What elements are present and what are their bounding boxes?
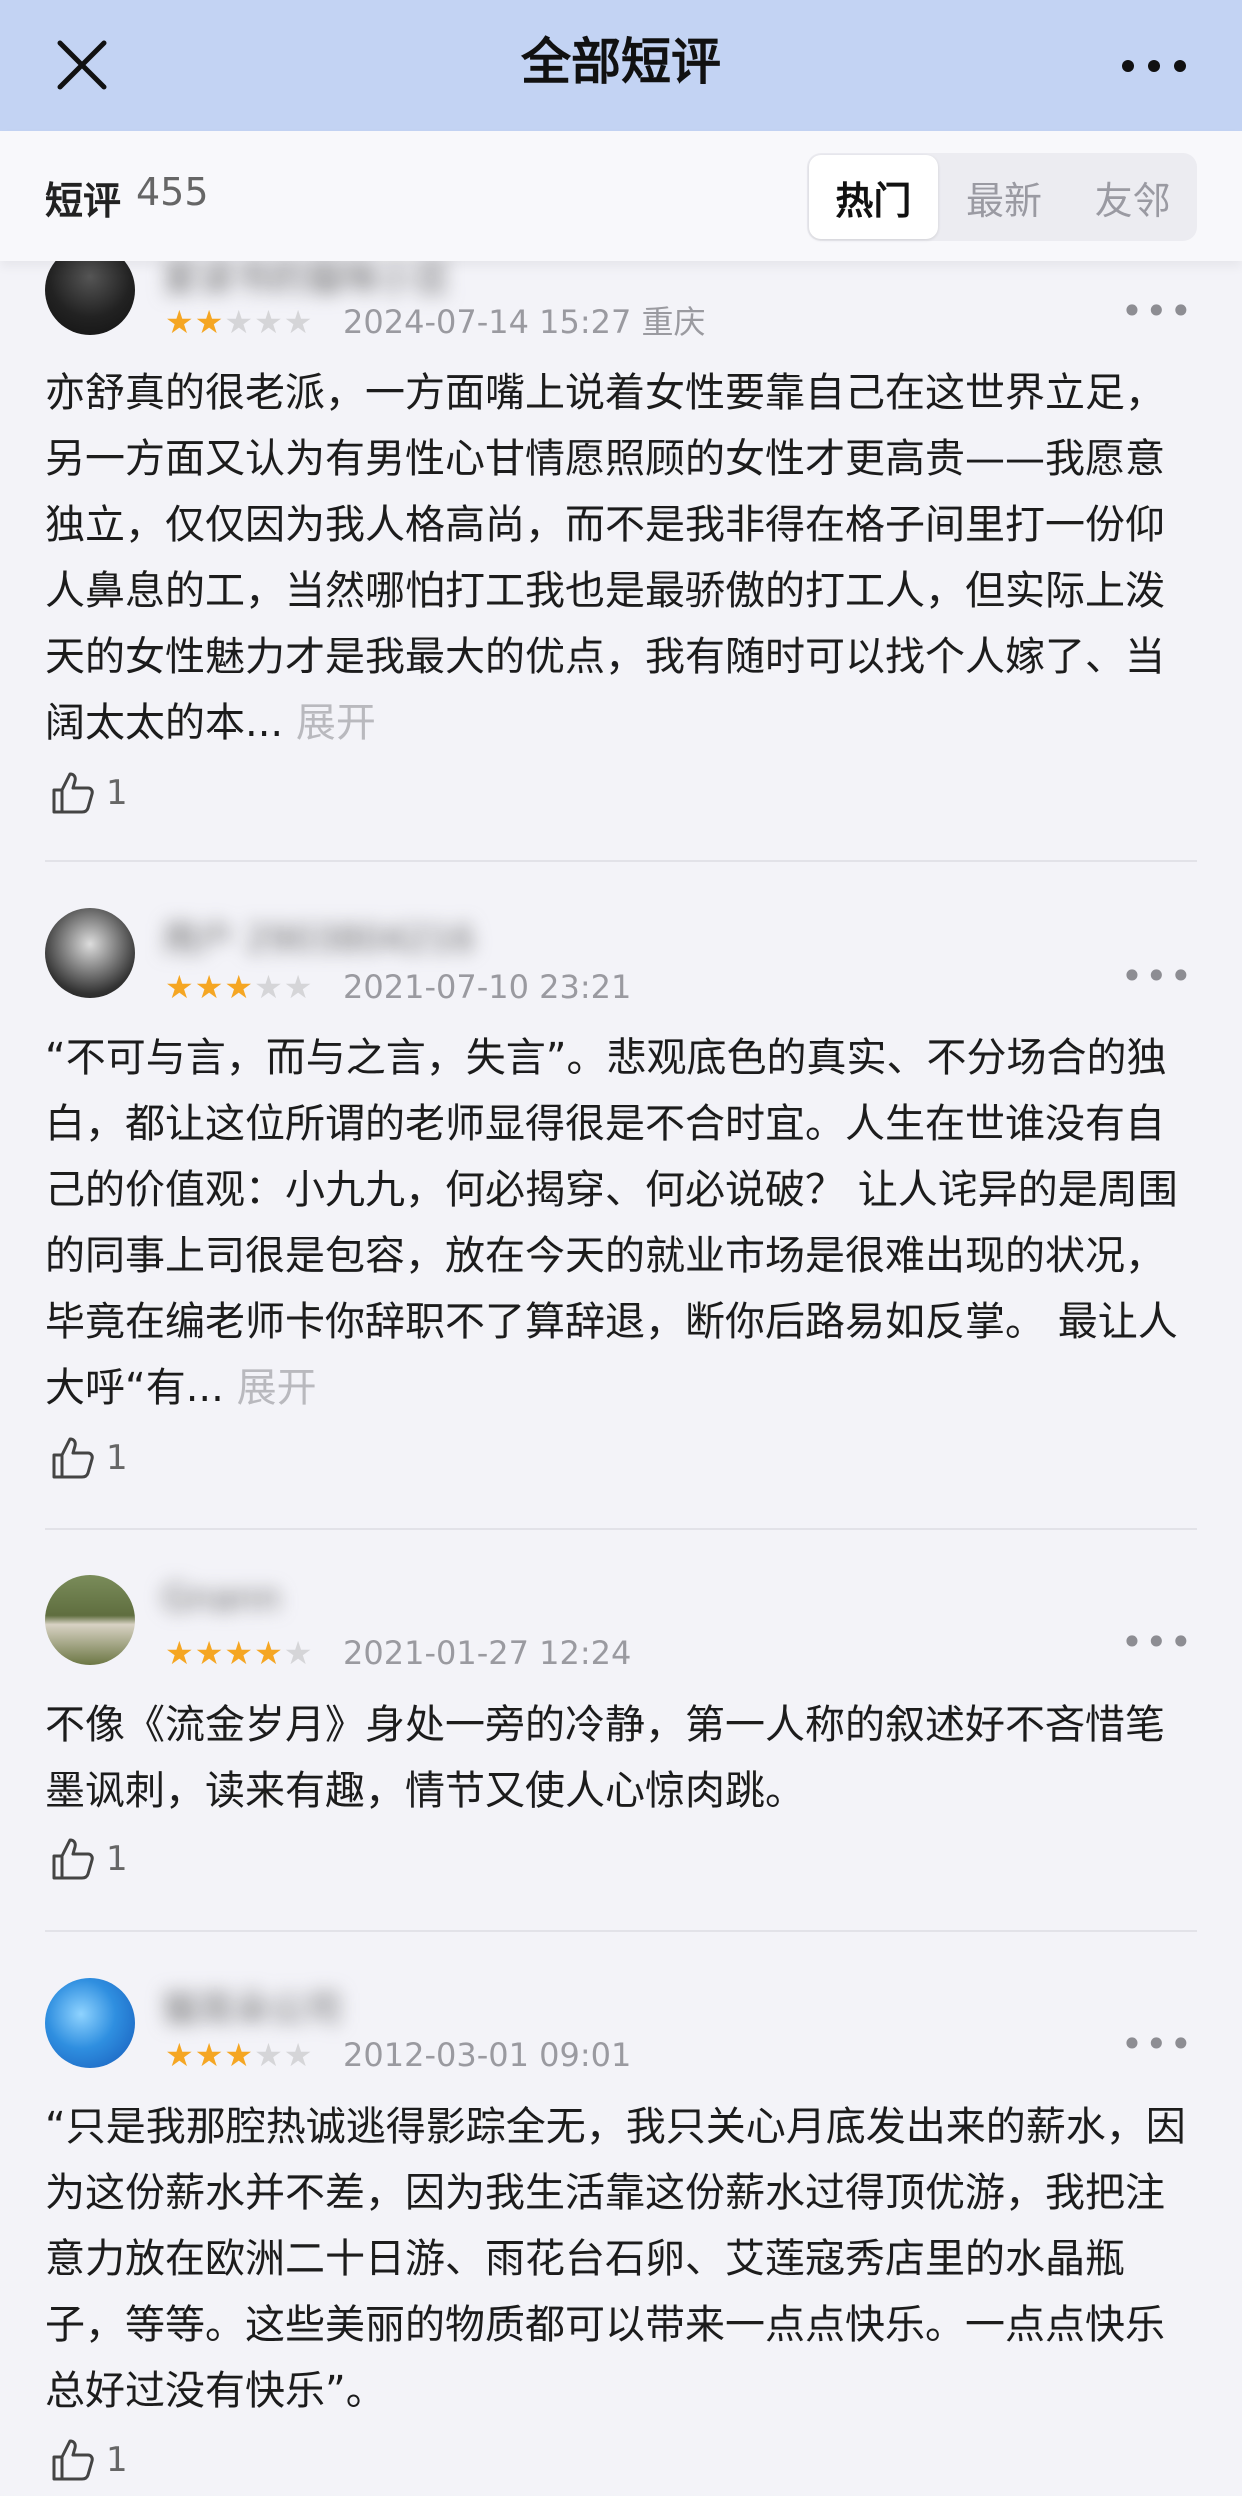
review-menu-icon[interactable]: ••• [1121, 289, 1194, 333]
like-count: 1 [106, 2440, 128, 2480]
star-icon: ★ [224, 968, 254, 1006]
review-menu-icon[interactable]: ••• [1121, 954, 1194, 998]
expand-link[interactable]: 展开 [237, 1365, 317, 1411]
review-body: 亦舒真的很老派，一方面嘴上说着女性要靠自己在这世界立足，另一方面又认为有男性心甘… [45, 370, 1165, 746]
review-meta: 2024-07-14 15:27 重庆 [343, 303, 706, 341]
rating-stars: ★ ★ ★ ★ ★ [165, 303, 312, 341]
star-icon: ★ [194, 303, 224, 341]
page-title: 全部短评 [521, 33, 721, 91]
tab-friends[interactable]: 友邻 [1068, 153, 1197, 241]
like-button[interactable]: 1 [50, 770, 128, 816]
star-icon: ★ [283, 303, 313, 341]
star-icon: ★ [254, 1634, 283, 1672]
avatar[interactable] [45, 908, 135, 998]
star-icon: ★ [283, 968, 313, 1006]
thumbs-up-icon [52, 2439, 94, 2481]
thumbs-up-icon [52, 1838, 94, 1880]
rating-stars: ★ ★ ★ ★ ★ [165, 2036, 312, 2074]
review-menu-icon[interactable]: ••• [1121, 2022, 1194, 2066]
like-count: 1 [106, 1438, 128, 1478]
star-icon: ★ [194, 968, 224, 1006]
review-menu-icon[interactable]: ••• [1121, 1620, 1194, 1664]
star-icon: ★ [165, 968, 194, 1006]
review-meta: 2012-03-01 09:01 [343, 2036, 631, 2074]
rating-stars: ★ ★ ★ ★ ★ [165, 1634, 312, 1672]
review-date: 2021-01-27 12:24 [343, 1634, 632, 1672]
review-text: 亦舒真的很老派，一方面嘴上说着女性要靠自己在这世界立足，另一方面又认为有男性心甘… [45, 360, 1197, 756]
review-date: 2021-07-10 23:21 [343, 968, 632, 1006]
more-options-icon[interactable] [1118, 38, 1190, 94]
star-icon: ★ [224, 2036, 254, 2074]
star-icon: ★ [283, 1634, 313, 1672]
username[interactable]: Gnann [162, 1578, 280, 1619]
section-label: 短评 [45, 179, 122, 223]
divider [45, 1528, 1197, 1530]
review-date: 2012-03-01 09:01 [343, 2036, 632, 2074]
review-body: “不可与言，而与之言，失言”。悲观底色的真实、不分场合的独白，都让这位所谓的老师… [45, 1035, 1178, 1411]
top-bar: 全部短评 [0, 0, 1242, 131]
avatar[interactable] [45, 1575, 135, 1665]
review-location: 重庆 [641, 303, 706, 341]
review-meta: 2021-07-10 23:21 [343, 968, 631, 1006]
star-icon: ★ [254, 968, 283, 1006]
thumbs-up-icon [52, 772, 94, 814]
expand-link[interactable]: 展开 [296, 700, 376, 746]
review-text: “不可与言，而与之言，失言”。悲观底色的真实、不分场合的独白，都让这位所谓的老师… [45, 1025, 1197, 1421]
divider [45, 1930, 1197, 1932]
star-icon: ★ [165, 1634, 194, 1672]
avatar[interactable] [45, 1978, 135, 2068]
star-icon: ★ [194, 2036, 224, 2074]
star-icon: ★ [165, 2036, 194, 2074]
like-button[interactable]: 1 [50, 1435, 128, 1481]
like-count: 1 [106, 773, 128, 813]
star-icon: ★ [165, 303, 194, 341]
rating-stars: ★ ★ ★ ★ ★ [165, 968, 312, 1006]
star-icon: ★ [224, 1634, 254, 1672]
divider [45, 860, 1197, 862]
review-body: 不像《流金岁月》身处一旁的冷静，第一人称的叙述好不吝惜笔墨讽刺，读来有趣，情节又… [45, 1702, 1165, 1814]
review-meta: 2021-01-27 12:24 [343, 1634, 631, 1672]
username[interactable]: 猫耳朵公司 [162, 1980, 342, 2032]
review-date: 2024-07-14 15:27 [343, 303, 632, 341]
review-text: 不像《流金岁月》身处一旁的冷静，第一人称的叙述好不吝惜笔墨讽刺，读来有趣，情节又… [45, 1692, 1197, 1824]
review-body: “只是我那腔热诚逃得影踪全无，我只关心月底发出来的薪水，因为这份薪水并不差，因为… [45, 2104, 1186, 2414]
review-text: “只是我那腔热诚逃得影踪全无，我只关心月底发出来的薪水，因为这份薪水并不差，因为… [45, 2094, 1197, 2424]
sort-tabs: 热门 最新 友邻 [807, 153, 1197, 241]
star-icon: ★ [254, 2036, 283, 2074]
star-icon: ★ [254, 303, 283, 341]
review-count: 455 [136, 170, 209, 214]
tab-latest[interactable]: 最新 [940, 153, 1069, 241]
like-button[interactable]: 1 [50, 1836, 128, 1882]
tab-hot[interactable]: 热门 [809, 155, 938, 239]
like-button[interactable]: 1 [50, 2437, 128, 2483]
star-icon: ★ [194, 1634, 224, 1672]
star-icon: ★ [283, 2036, 313, 2074]
star-icon: ★ [224, 303, 254, 341]
username[interactable]: 用户 2903804216 [162, 910, 475, 962]
like-count: 1 [106, 1839, 128, 1879]
thumbs-up-icon [52, 1437, 94, 1479]
